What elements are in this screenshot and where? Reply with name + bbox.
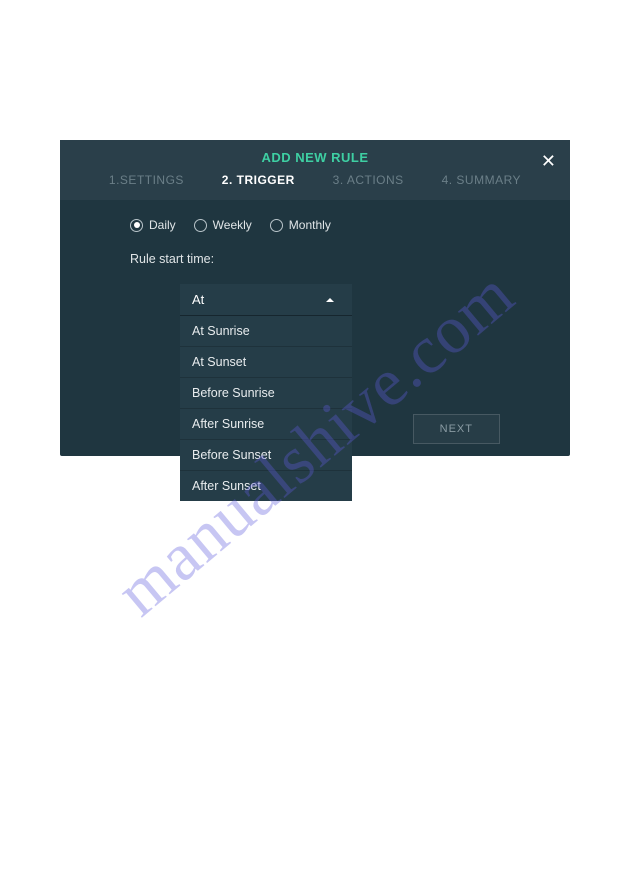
dropdown-option-before-sunrise[interactable]: Before Sunrise [180, 378, 352, 409]
tab-trigger[interactable]: 2. TRIGGER [222, 173, 295, 187]
radio-monthly[interactable]: Monthly [270, 218, 331, 232]
radio-icon [270, 219, 283, 232]
radio-icon [130, 219, 143, 232]
wizard-tabs: 1.SETTINGS 2. TRIGGER 3. ACTIONS 4. SUMM… [60, 173, 570, 187]
radio-label: Daily [149, 218, 176, 232]
rule-start-time-label: Rule start time: [130, 252, 500, 266]
dropdown-list: At Sunrise At Sunset Before Sunrise Afte… [180, 315, 352, 501]
dropdown-option-after-sunrise[interactable]: After Sunrise [180, 409, 352, 440]
dropdown-selected[interactable]: At [180, 284, 352, 315]
dropdown-option-after-sunset[interactable]: After Sunset [180, 471, 352, 501]
frequency-radio-group: Daily Weekly Monthly [130, 218, 500, 232]
radio-label: Monthly [289, 218, 331, 232]
dropdown-option-at-sunrise[interactable]: At Sunrise [180, 316, 352, 347]
tab-settings[interactable]: 1.SETTINGS [109, 173, 184, 187]
modal-title: ADD NEW RULE [60, 140, 570, 165]
start-time-dropdown: At At Sunrise At Sunset Before Sunrise A… [180, 284, 352, 501]
tab-actions[interactable]: 3. ACTIONS [333, 173, 404, 187]
radio-icon [194, 219, 207, 232]
radio-daily[interactable]: Daily [130, 218, 176, 232]
add-rule-modal: ADD NEW RULE ✕ 1.SETTINGS 2. TRIGGER 3. … [60, 140, 570, 456]
chevron-up-icon [326, 298, 334, 302]
modal-header: ADD NEW RULE ✕ 1.SETTINGS 2. TRIGGER 3. … [60, 140, 570, 200]
dropdown-option-at-sunset[interactable]: At Sunset [180, 347, 352, 378]
radio-weekly[interactable]: Weekly [194, 218, 252, 232]
modal-body: Daily Weekly Monthly Rule start time: At… [60, 200, 570, 501]
close-icon[interactable]: ✕ [541, 152, 556, 170]
dropdown-selected-label: At [192, 292, 204, 307]
next-button[interactable]: NEXT [413, 414, 500, 444]
tab-summary[interactable]: 4. SUMMARY [442, 173, 521, 187]
dropdown-option-before-sunset[interactable]: Before Sunset [180, 440, 352, 471]
radio-label: Weekly [213, 218, 252, 232]
